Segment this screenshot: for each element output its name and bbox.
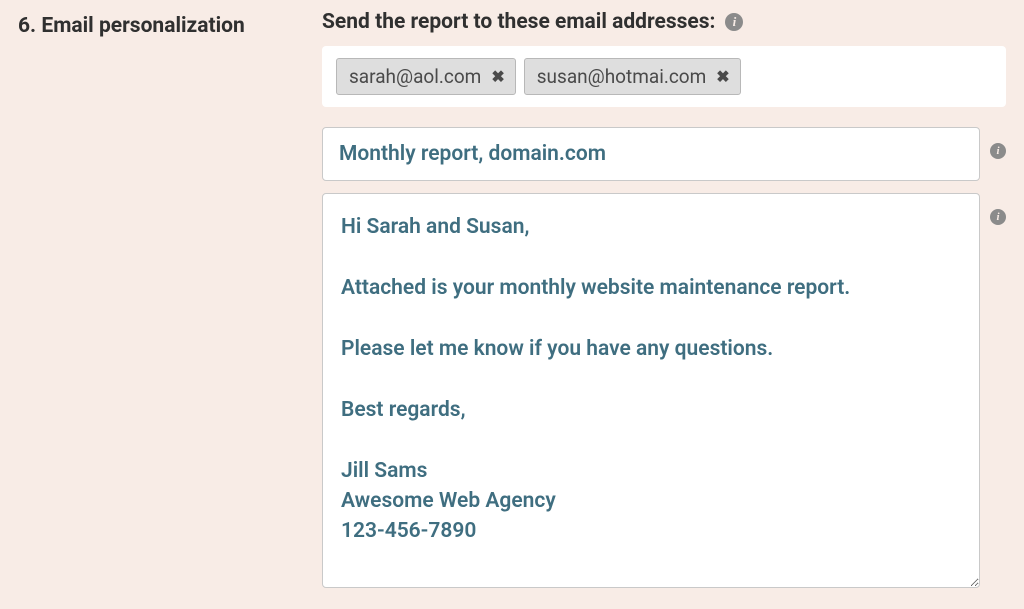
email-tag-text: susan@hotmai.com [537,65,707,88]
section-name: Email personalization [41,14,244,38]
section-title: 6. Email personalization [18,14,288,38]
info-icon[interactable]: i [990,209,1006,225]
subject-input[interactable] [322,127,980,181]
email-tag-text: sarah@aol.com [349,65,481,88]
email-tags-input[interactable]: sarah@aol.com ✖ susan@hotmai.com ✖ [322,46,1006,107]
email-tag: sarah@aol.com ✖ [336,58,516,95]
info-icon[interactable]: i [725,13,743,31]
section-number: 6. [18,14,36,38]
info-icon[interactable]: i [990,143,1006,159]
body-textarea[interactable] [322,193,980,588]
emails-label: Send the report to these email addresses… [322,10,715,34]
remove-tag-icon[interactable]: ✖ [716,69,729,85]
remove-tag-icon[interactable]: ✖ [491,69,504,85]
email-tag: susan@hotmai.com ✖ [524,58,741,95]
